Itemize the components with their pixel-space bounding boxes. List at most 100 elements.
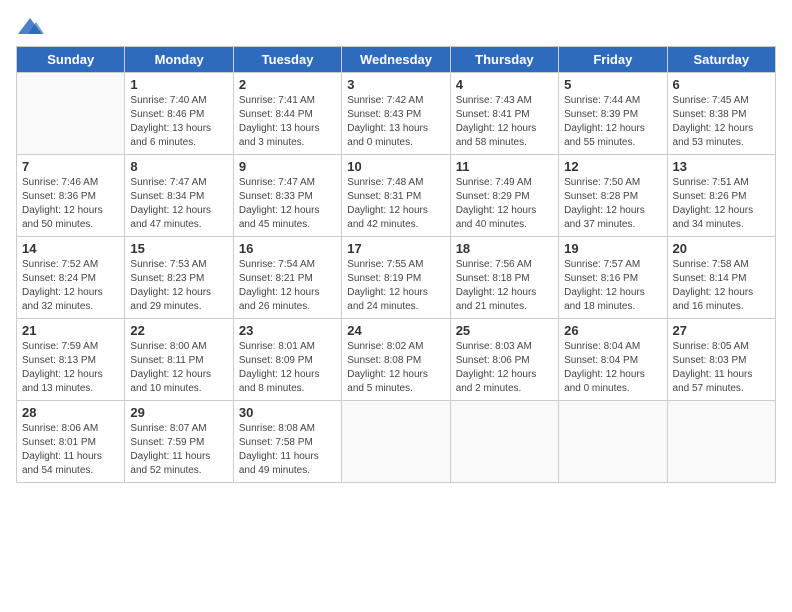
day-number: 1 [130,77,227,92]
calendar-cell: 21 Sunrise: 7:59 AM Sunset: 8:13 PM Dayli… [17,319,125,401]
header-area [16,16,776,38]
day-info: Sunrise: 7:43 AM Sunset: 8:41 PM Dayligh… [456,94,553,150]
day-number: 8 [130,159,227,174]
day-info: Sunrise: 7:47 AM Sunset: 8:33 PM Dayligh… [239,176,336,232]
calendar-week-row: 21 Sunrise: 7:59 AM Sunset: 8:13 PM Dayli… [17,319,776,401]
day-info: Sunrise: 7:51 AM Sunset: 8:26 PM Dayligh… [673,176,770,232]
day-number: 17 [347,241,444,256]
calendar-cell: 13Sunrise: 7:51 AM Sunset: 8:26 PM Dayli… [667,155,775,237]
day-info: Sunrise: 7:54 AM Sunset: 8:21 PM Dayligh… [239,258,336,314]
calendar-week-row: 14 Sunrise: 7:52 AM Sunset: 8:24 PM Dayli… [17,237,776,319]
calendar-cell [450,401,558,483]
day-number: 9 [239,159,336,174]
calendar-cell: 19 Sunrise: 7:57 AM Sunset: 8:16 PM Dayli… [559,237,667,319]
day-info: Sunrise: 7:41 AM Sunset: 8:44 PM Dayligh… [239,94,336,150]
weekday-header: Wednesday [342,47,450,73]
day-info: Sunrise: 7:53 AM Sunset: 8:23 PM Dayligh… [130,258,227,314]
day-info: Sunrise: 8:03 AM Sunset: 8:06 PM Dayligh… [456,340,553,396]
day-number: 27 [673,323,770,338]
weekday-header: Tuesday [233,47,341,73]
day-info: Sunrise: 7:46 AM Sunset: 8:36 PM Dayligh… [22,176,119,232]
day-number: 23 [239,323,336,338]
calendar-cell [559,401,667,483]
weekday-header: Sunday [17,47,125,73]
calendar-cell: 8 Sunrise: 7:47 AM Sunset: 8:34 PM Daylig… [125,155,233,237]
day-info: Sunrise: 7:56 AM Sunset: 8:18 PM Dayligh… [456,258,553,314]
calendar-cell: 10Sunrise: 7:48 AM Sunset: 8:31 PM Dayli… [342,155,450,237]
day-number: 21 [22,323,119,338]
day-info: Sunrise: 8:01 AM Sunset: 8:09 PM Dayligh… [239,340,336,396]
day-info: Sunrise: 7:58 AM Sunset: 8:14 PM Dayligh… [673,258,770,314]
calendar-cell: 11 Sunrise: 7:49 AM Sunset: 8:29 PM Dayli… [450,155,558,237]
day-number: 5 [564,77,661,92]
calendar-cell: 26Sunrise: 8:04 AM Sunset: 8:04 PM Dayli… [559,319,667,401]
weekday-header: Friday [559,47,667,73]
day-number: 4 [456,77,553,92]
calendar-cell: 7 Sunrise: 7:46 AM Sunset: 8:36 PM Daylig… [17,155,125,237]
day-number: 25 [456,323,553,338]
day-info: Sunrise: 8:00 AM Sunset: 8:11 PM Dayligh… [130,340,227,396]
day-info: Sunrise: 7:50 AM Sunset: 8:28 PM Dayligh… [564,176,661,232]
calendar-week-row: 28 Sunrise: 8:06 AM Sunset: 8:01 PM Dayli… [17,401,776,483]
day-info: Sunrise: 7:55 AM Sunset: 8:19 PM Dayligh… [347,258,444,314]
calendar-cell: 1Sunrise: 7:40 AM Sunset: 8:46 PM Daylig… [125,73,233,155]
calendar-cell: 30 Sunrise: 8:08 AM Sunset: 7:58 PM Dayli… [233,401,341,483]
day-info: Sunrise: 7:49 AM Sunset: 8:29 PM Dayligh… [456,176,553,232]
day-info: Sunrise: 8:02 AM Sunset: 8:08 PM Dayligh… [347,340,444,396]
day-number: 30 [239,405,336,420]
calendar-cell: 2 Sunrise: 7:41 AM Sunset: 8:44 PM Daylig… [233,73,341,155]
day-number: 16 [239,241,336,256]
day-number: 24 [347,323,444,338]
calendar-week-row: 7 Sunrise: 7:46 AM Sunset: 8:36 PM Daylig… [17,155,776,237]
day-info: Sunrise: 7:45 AM Sunset: 8:38 PM Dayligh… [673,94,770,150]
day-number: 7 [22,159,119,174]
day-number: 2 [239,77,336,92]
calendar-cell [17,73,125,155]
day-number: 18 [456,241,553,256]
calendar-cell: 23 Sunrise: 8:01 AM Sunset: 8:09 PM Dayli… [233,319,341,401]
calendar-cell: 28 Sunrise: 8:06 AM Sunset: 8:01 PM Dayli… [17,401,125,483]
calendar-cell: 18 Sunrise: 7:56 AM Sunset: 8:18 PM Dayli… [450,237,558,319]
day-number: 14 [22,241,119,256]
calendar: SundayMondayTuesdayWednesdayThursdayFrid… [16,46,776,483]
day-number: 28 [22,405,119,420]
calendar-cell [342,401,450,483]
weekday-header-row: SundayMondayTuesdayWednesdayThursdayFrid… [17,47,776,73]
calendar-cell: 22 Sunrise: 8:00 AM Sunset: 8:11 PM Dayli… [125,319,233,401]
weekday-header: Monday [125,47,233,73]
day-number: 20 [673,241,770,256]
calendar-cell: 6Sunrise: 7:45 AM Sunset: 8:38 PM Daylig… [667,73,775,155]
day-number: 3 [347,77,444,92]
calendar-cell: 9 Sunrise: 7:47 AM Sunset: 8:33 PM Daylig… [233,155,341,237]
logo-icon [16,16,44,38]
calendar-cell: 16 Sunrise: 7:54 AM Sunset: 8:21 PM Dayli… [233,237,341,319]
calendar-cell: 12 Sunrise: 7:50 AM Sunset: 8:28 PM Dayli… [559,155,667,237]
day-info: Sunrise: 8:08 AM Sunset: 7:58 PM Dayligh… [239,422,336,478]
day-info: Sunrise: 7:47 AM Sunset: 8:34 PM Dayligh… [130,176,227,232]
day-number: 22 [130,323,227,338]
weekday-header: Thursday [450,47,558,73]
calendar-cell: 3 Sunrise: 7:42 AM Sunset: 8:43 PM Daylig… [342,73,450,155]
day-number: 26 [564,323,661,338]
calendar-week-row: 1Sunrise: 7:40 AM Sunset: 8:46 PM Daylig… [17,73,776,155]
calendar-cell: 17 Sunrise: 7:55 AM Sunset: 8:19 PM Dayli… [342,237,450,319]
day-info: Sunrise: 8:05 AM Sunset: 8:03 PM Dayligh… [673,340,770,396]
day-number: 15 [130,241,227,256]
day-number: 12 [564,159,661,174]
day-number: 19 [564,241,661,256]
day-info: Sunrise: 8:07 AM Sunset: 7:59 PM Dayligh… [130,422,227,478]
logo [16,16,48,38]
day-info: Sunrise: 7:59 AM Sunset: 8:13 PM Dayligh… [22,340,119,396]
calendar-cell: 27 Sunrise: 8:05 AM Sunset: 8:03 PM Dayli… [667,319,775,401]
day-number: 29 [130,405,227,420]
day-info: Sunrise: 7:42 AM Sunset: 8:43 PM Dayligh… [347,94,444,150]
day-info: Sunrise: 7:57 AM Sunset: 8:16 PM Dayligh… [564,258,661,314]
calendar-cell: 14 Sunrise: 7:52 AM Sunset: 8:24 PM Dayli… [17,237,125,319]
day-number: 11 [456,159,553,174]
day-info: Sunrise: 8:06 AM Sunset: 8:01 PM Dayligh… [22,422,119,478]
day-info: Sunrise: 7:48 AM Sunset: 8:31 PM Dayligh… [347,176,444,232]
calendar-cell: 4 Sunrise: 7:43 AM Sunset: 8:41 PM Daylig… [450,73,558,155]
calendar-cell: 24 Sunrise: 8:02 AM Sunset: 8:08 PM Dayli… [342,319,450,401]
calendar-cell: 20 Sunrise: 7:58 AM Sunset: 8:14 PM Dayli… [667,237,775,319]
day-info: Sunrise: 7:52 AM Sunset: 8:24 PM Dayligh… [22,258,119,314]
